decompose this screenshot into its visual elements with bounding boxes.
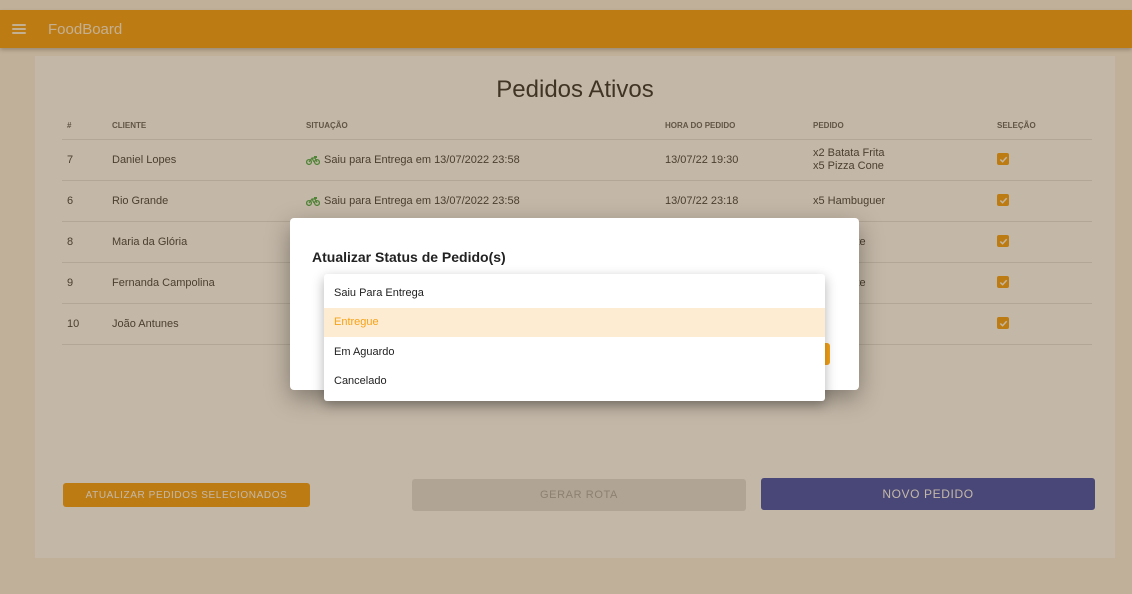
status-select-menu: Saiu Para Entrega Entregue Em Aguardo Ca…: [324, 274, 825, 401]
status-option[interactable]: Saiu Para Entrega: [324, 278, 825, 308]
dialog-title: Atualizar Status de Pedido(s): [312, 249, 506, 265]
status-option-selected[interactable]: Entregue: [324, 307, 825, 337]
status-option[interactable]: Em Aguardo: [324, 337, 825, 367]
status-option[interactable]: Cancelado: [324, 367, 825, 397]
